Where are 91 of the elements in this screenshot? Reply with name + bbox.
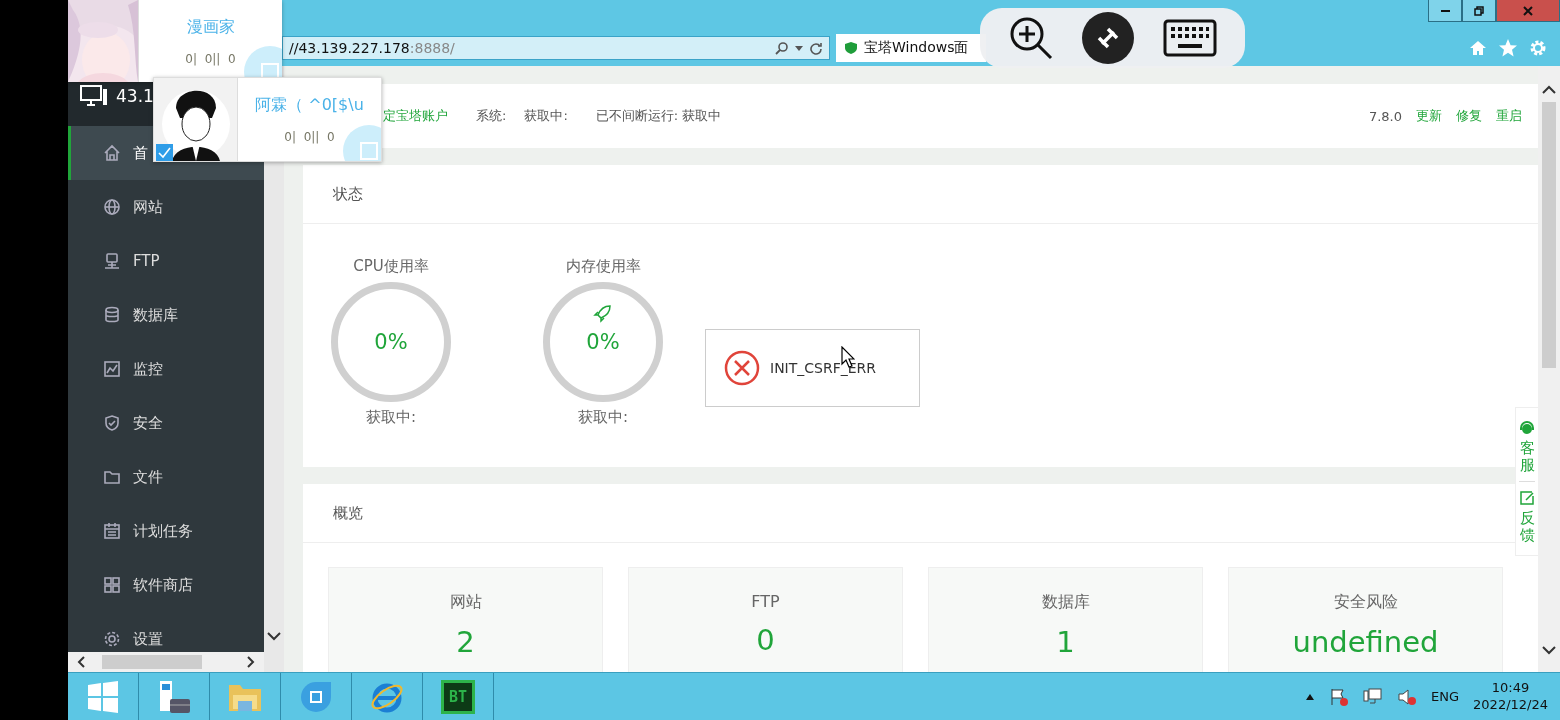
sidebar-item[interactable]: 计划任务 <box>68 504 264 558</box>
minimize-icon <box>1440 9 1450 12</box>
chart-icon <box>103 360 121 378</box>
keyboard-icon[interactable] <box>1162 19 1217 57</box>
tray-arrow-icon[interactable] <box>1305 692 1316 701</box>
scroll-down-icon[interactable] <box>267 630 281 642</box>
overview-tile[interactable]: FTP 0 <box>628 567 903 672</box>
shield-icon <box>103 414 121 432</box>
headset-icon <box>1519 420 1535 436</box>
scroll-right-icon[interactable] <box>244 656 256 668</box>
gauge-detail: 获取中: <box>365 408 417 427</box>
close-icon <box>1523 5 1533 16</box>
sidebar-item[interactable]: 监控 <box>68 342 264 396</box>
tile-label: FTP <box>751 592 780 611</box>
server-address: 43.1 <box>116 86 154 106</box>
profile-name: 漫画家 <box>186 16 235 38</box>
tile-value: 0 <box>756 623 775 657</box>
monitor-icon <box>80 85 108 107</box>
profile-tooltip[interactable]: 阿霖（ ^0[$\u 0| 0|| 0 <box>153 77 382 162</box>
restore-icon <box>1474 5 1484 16</box>
gauge-detail: 获取中: <box>577 408 629 427</box>
tile-value: 1 <box>1056 625 1075 659</box>
refresh-icon[interactable] <box>809 41 823 55</box>
system-label: 系统: <box>476 107 507 125</box>
address-field[interactable]: //43.139.227.178:8888/ <box>282 36 830 60</box>
clock[interactable]: 10:49 2022/12/24 <box>1473 679 1548 714</box>
database-icon <box>103 306 121 324</box>
language-indicator[interactable]: ENG <box>1431 689 1460 704</box>
scroll-up-icon[interactable] <box>1542 84 1556 96</box>
server-icon <box>103 252 121 270</box>
system-value: 获取中: <box>524 107 568 125</box>
scroll-left-icon[interactable] <box>76 656 88 668</box>
speaker-muted-icon[interactable] <box>1397 686 1418 707</box>
shield-icon <box>844 41 858 55</box>
error-message: INIT_CSRF_ERR <box>770 360 877 376</box>
gauge-label: CPU使用率 <box>353 257 429 276</box>
edit-icon <box>1519 490 1535 506</box>
card-title: 概览 <box>333 503 363 523</box>
sidebar-item[interactable]: FTP <box>68 234 264 288</box>
overview-tile[interactable]: 数据库 1 <box>928 567 1203 672</box>
sidebar-item[interactable]: 安全 <box>68 396 264 450</box>
version-text: 7.8.0 <box>1368 108 1402 124</box>
profile-name: 阿霖（ ^0[$\u <box>255 95 364 116</box>
overview-tile[interactable]: 网站 2 <box>328 567 603 672</box>
profile-stats: 0| 0|| 0 <box>185 51 236 66</box>
overview-tile[interactable]: 安全风险 undefined <box>1228 567 1503 672</box>
sidebar-item[interactable]: 软件商店 <box>68 558 264 612</box>
sidebar-item[interactable]: 设置 <box>68 612 264 652</box>
sidebar-item[interactable]: 文件 <box>68 450 264 504</box>
browser-tab[interactable]: 宝塔Windows面 <box>836 34 986 62</box>
profile-stats: 0| 0|| 0 <box>284 130 335 144</box>
uptime-text: 已不间断运行: 获取中 <box>595 107 722 125</box>
flag-icon[interactable] <box>1329 686 1350 707</box>
search-icon[interactable] <box>775 41 789 55</box>
globe-icon <box>103 198 121 216</box>
restore-button[interactable] <box>1462 0 1496 22</box>
error-icon <box>724 350 760 386</box>
bubble-icon[interactable] <box>299 679 333 714</box>
tile-label: 网站 <box>449 592 482 613</box>
tile-label: 数据库 <box>1041 592 1090 613</box>
remote-desktop-icon[interactable] <box>1082 12 1135 64</box>
url-host: //43.139.227.178 <box>289 40 410 56</box>
scrollbar-thumb[interactable] <box>102 655 202 669</box>
sidebar-item[interactable]: 数据库 <box>68 288 264 342</box>
tile-value: 2 <box>456 625 475 659</box>
gauge-label: 内存使用率 <box>565 257 641 276</box>
card-title: 状态 <box>333 184 363 204</box>
tile-value: undefined <box>1292 625 1439 659</box>
gauge-value: 0% <box>586 330 620 354</box>
sidebar-item[interactable]: 网站 <box>68 180 264 234</box>
check-icon <box>158 146 171 159</box>
gauge-value: 0% <box>374 330 408 354</box>
close-button[interactable] <box>1496 0 1560 22</box>
checkbox[interactable] <box>156 144 173 161</box>
bt-app-icon[interactable]: BT <box>441 679 475 714</box>
gear-icon <box>103 630 121 648</box>
rocket-icon <box>593 303 613 323</box>
scrollbar-thumb[interactable] <box>1542 102 1556 368</box>
url-port: :8888/ <box>409 40 455 56</box>
calendar-icon <box>103 522 121 540</box>
house-icon <box>103 144 121 162</box>
network-icon[interactable] <box>1363 686 1384 707</box>
minimize-button[interactable] <box>1428 0 1462 22</box>
scroll-down-icon[interactable] <box>1542 644 1556 656</box>
zoom-in-icon[interactable] <box>1008 15 1055 61</box>
folder-icon <box>103 468 121 486</box>
grid-icon <box>103 576 121 594</box>
star-icon[interactable] <box>1498 38 1518 58</box>
tile-label: 安全风险 <box>1333 592 1398 613</box>
caret-icon[interactable] <box>795 44 803 52</box>
profile-tooltip[interactable]: 漫画家 0| 0|| 0 <box>68 0 282 82</box>
